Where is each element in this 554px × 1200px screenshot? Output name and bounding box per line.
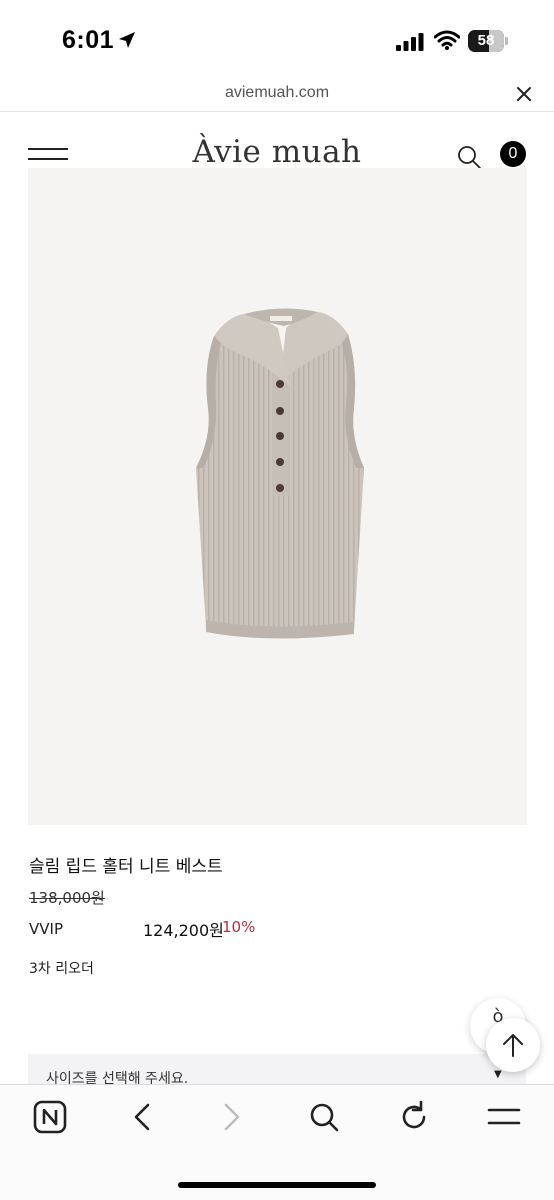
product-image[interactable] [28, 168, 527, 825]
naver-n-button[interactable] [32, 1099, 72, 1139]
battery-indicator: 58 [468, 30, 508, 52]
search-icon [310, 1103, 339, 1132]
scroll-to-top-button[interactable] [486, 1018, 540, 1072]
forward-chevron-icon [224, 1103, 240, 1131]
cellular-signal-icon [396, 33, 424, 51]
battery-body: 58 [468, 30, 504, 52]
battery-level: 58 [477, 32, 495, 49]
refresh-button[interactable] [396, 1099, 436, 1139]
arrow-up-icon [503, 1034, 523, 1057]
product-name: 슬림 립드 홀터 니트 베스트 [29, 857, 223, 877]
close-icon[interactable] [515, 85, 533, 103]
status-time: 6:01 [62, 26, 115, 54]
naver-n-icon [33, 1100, 67, 1134]
original-price: 138,000원 [29, 889, 105, 907]
url-bar[interactable]: aviemuah.com [0, 80, 554, 112]
cart-count-badge[interactable]: 0 [500, 141, 526, 167]
size-select-placeholder[interactable]: 사이즈를 선택해 주세요. [46, 1068, 188, 1084]
back-button[interactable] [126, 1099, 166, 1139]
refresh-icon [402, 1100, 426, 1129]
back-chevron-icon [134, 1103, 150, 1131]
home-indicator [178, 1182, 376, 1188]
toolbar-search-button[interactable] [306, 1099, 346, 1139]
location-arrow-icon [119, 32, 135, 48]
reorder-label: 3차 리오더 [29, 961, 94, 977]
dropdown-arrow-icon[interactable]: ▼ [494, 1069, 502, 1080]
size-select[interactable]: 사이즈를 선택해 주세요. ▼ [28, 1054, 526, 1084]
url-text[interactable]: aviemuah.com [0, 84, 554, 102]
status-bar: 6:01 58 [0, 0, 554, 80]
forward-button[interactable] [212, 1099, 252, 1139]
browser-bottom-toolbar [0, 1084, 554, 1200]
vip-discount-rate: 10% [222, 918, 256, 936]
menu-lines-icon [487, 1108, 521, 1125]
wifi-icon [434, 30, 460, 50]
sleeveless-ribbed-knit-vest-image [196, 308, 364, 639]
vip-tier-label: VVIP [29, 920, 63, 938]
menu-button[interactable] [486, 1099, 526, 1139]
search-icon[interactable] [456, 144, 482, 170]
vip-price: 124,200원 [143, 921, 224, 940]
battery-cap [505, 37, 508, 45]
